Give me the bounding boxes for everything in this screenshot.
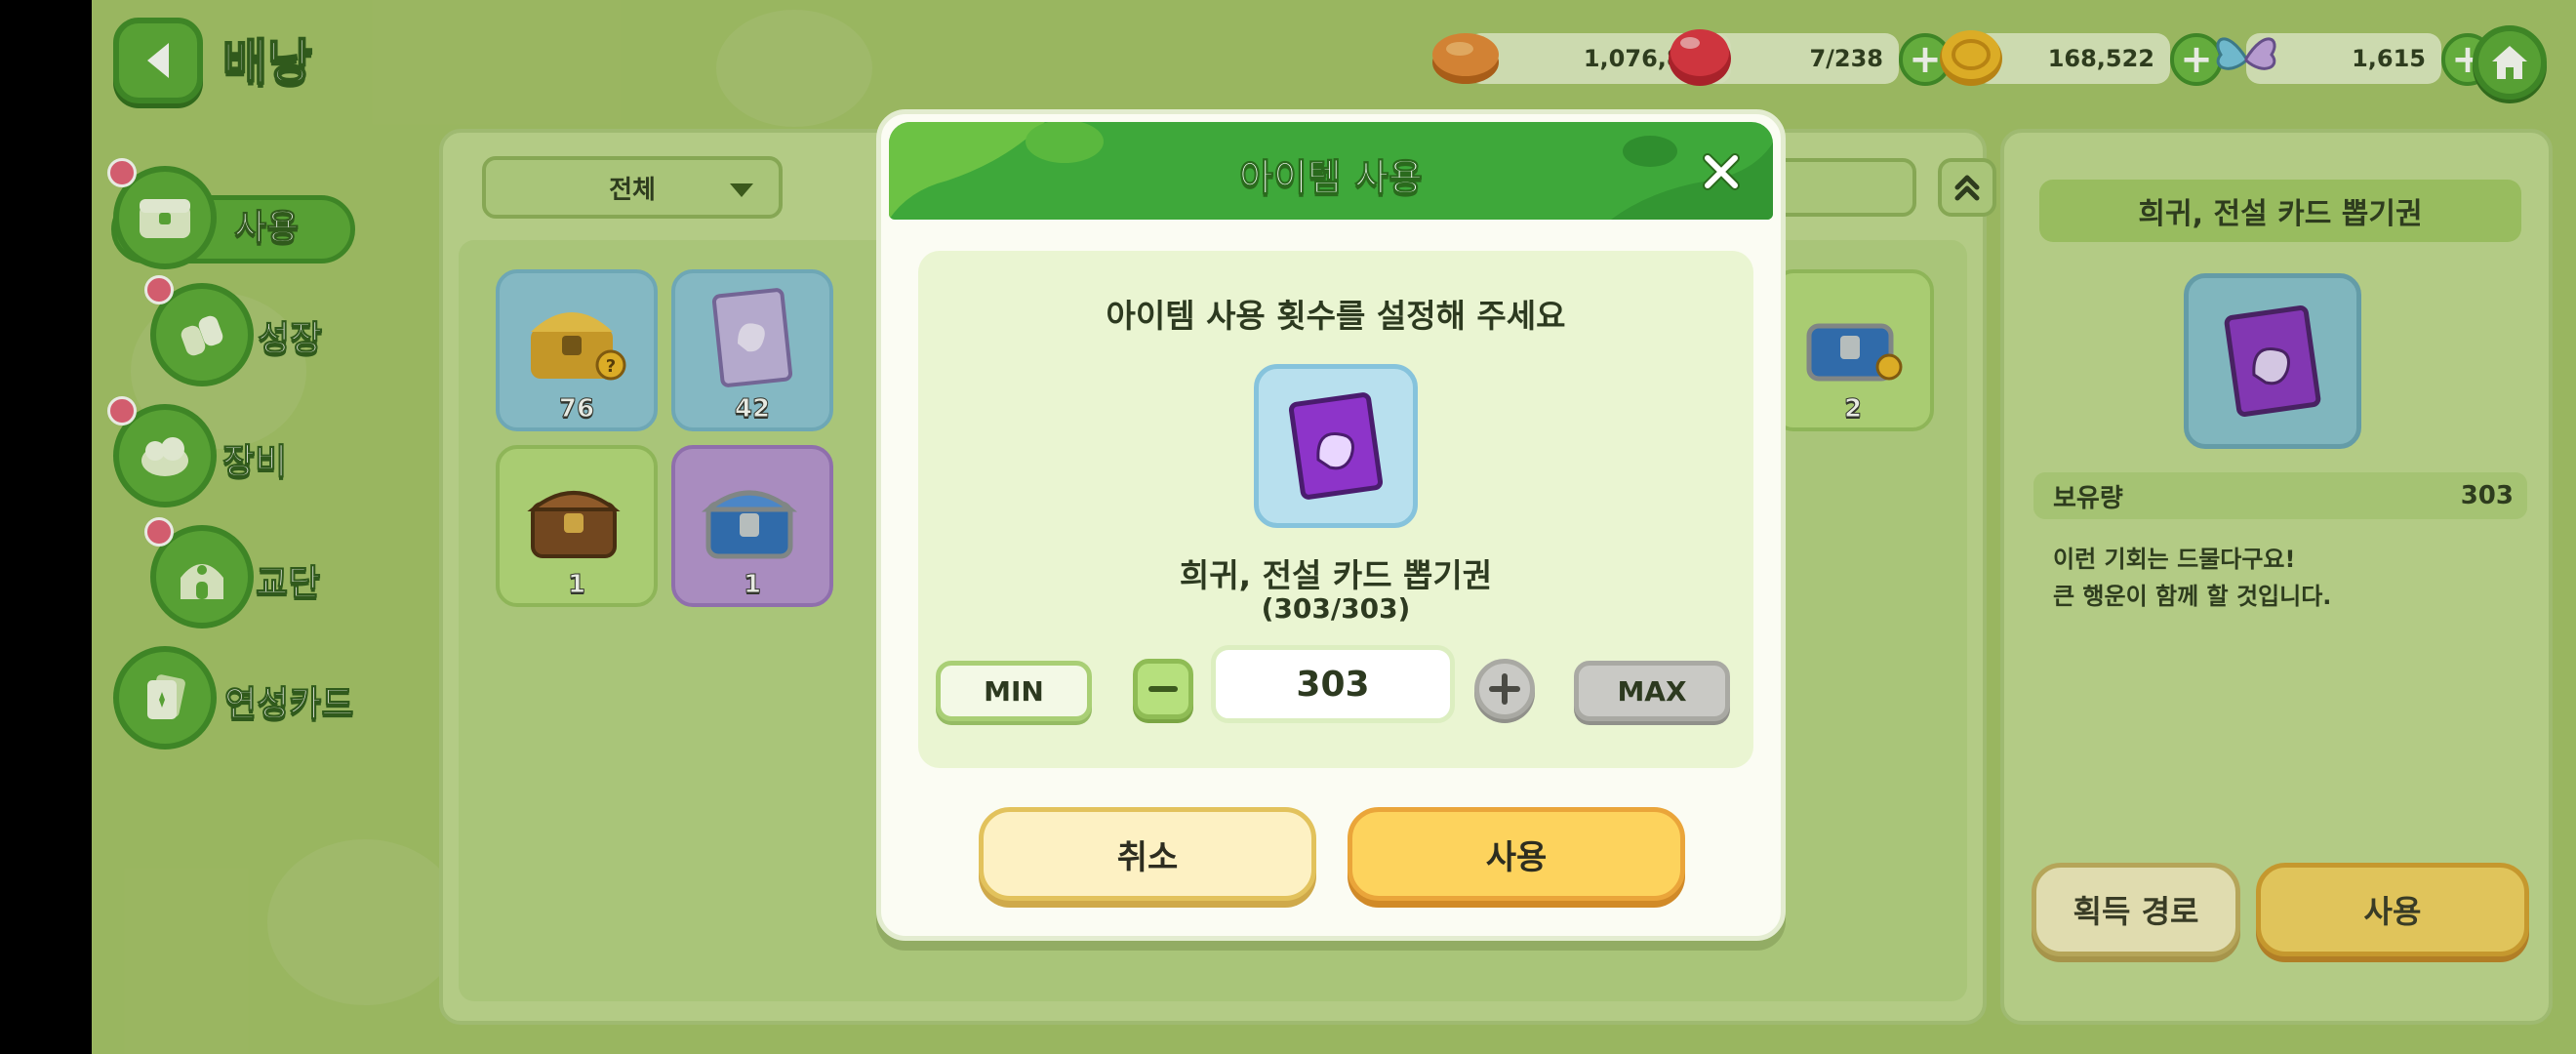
- plus-icon: [1489, 673, 1520, 705]
- decrease-button[interactable]: [1133, 659, 1193, 719]
- purple-ticket-icon: [1288, 392, 1384, 500]
- dialog-title: 아이템 사용: [1238, 156, 1424, 200]
- close-button[interactable]: [1695, 145, 1748, 198]
- dialog-item-count: (303/303): [1261, 592, 1411, 625]
- minus-icon: [1148, 686, 1178, 692]
- dialog-prompt: 아이템 사용 횟수를 설정해 주세요: [1106, 297, 1566, 335]
- dialog-body: 아이템 사용 횟수를 설정해 주세요 희귀, 전설 카드 뽑기권 (303/30…: [918, 251, 1753, 768]
- increase-button[interactable]: [1474, 659, 1535, 719]
- confirm-use-button[interactable]: 사용: [1348, 807, 1685, 901]
- min-button[interactable]: MIN: [936, 661, 1092, 721]
- game-screen: 배낭 1,076,876 7/238 + 168,522 + 1,615 + 사…: [92, 0, 2576, 1054]
- close-icon: [1703, 153, 1740, 190]
- quantity-input[interactable]: [1211, 645, 1455, 723]
- max-button[interactable]: MAX: [1574, 661, 1730, 721]
- dialog-item-name: 희귀, 전설 카드 뽑기권: [1179, 556, 1493, 594]
- dialog-item-icon: [1254, 364, 1418, 528]
- cancel-button[interactable]: 취소: [979, 807, 1316, 901]
- dialog-header: 아이템 사용: [889, 122, 1773, 220]
- use-item-dialog: 아이템 사용 아이템 사용 횟수를 설정해 주세요 희귀, 전설 카드 뽑기권 …: [876, 109, 1786, 941]
